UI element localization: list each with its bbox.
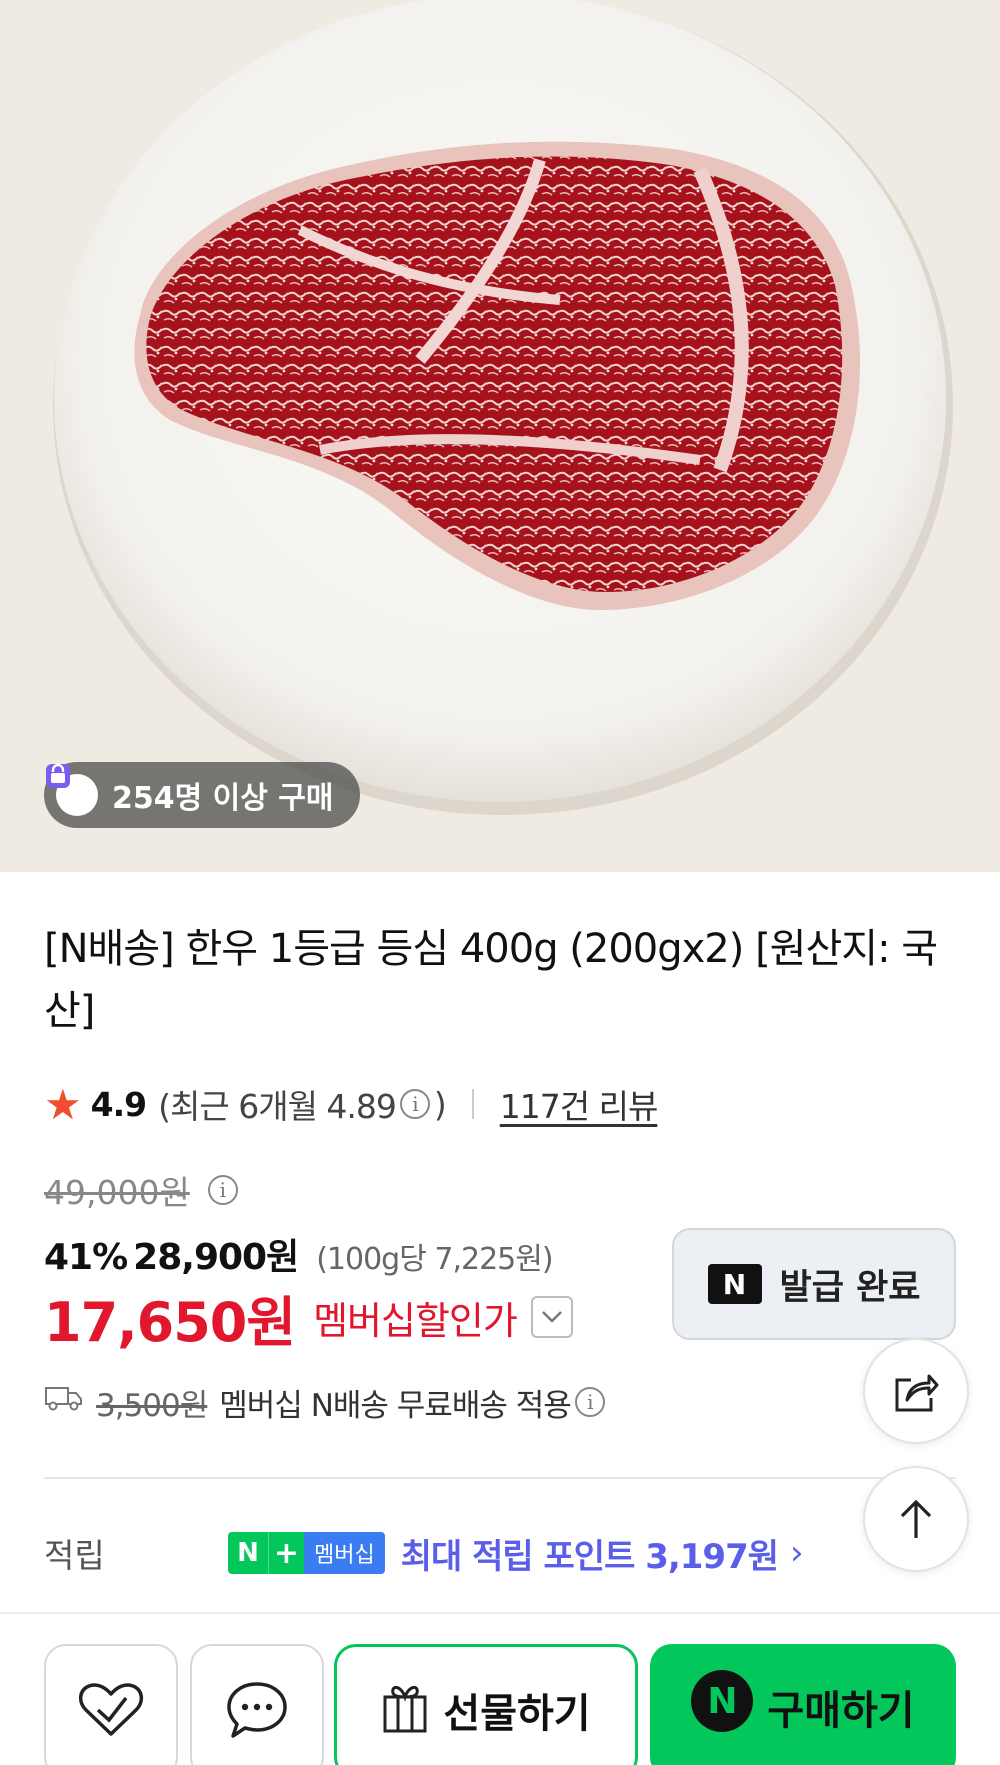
coupon-label: 발급 완료: [779, 1267, 921, 1308]
points-row[interactable]: 적립 N + 멤버십 최대 적립 포인트 3,197원 ›: [44, 1530, 944, 1577]
naver-n-logo: N: [707, 1264, 762, 1304]
original-shipping-fee: 3,500원: [96, 1387, 208, 1424]
coupon-issued-button[interactable]: N 발급 완료: [672, 1228, 956, 1340]
unit-price: (100g당 7,225원): [316, 1242, 553, 1277]
rating-score: 4.9: [90, 1084, 147, 1124]
recent-rating-text: (최근 6개월 4.89: [158, 1087, 397, 1126]
share-button[interactable]: [863, 1338, 969, 1444]
chevron-down-icon[interactable]: [530, 1296, 573, 1338]
steak-photo: [0, 0, 1000, 872]
shipping-text: 멤버십 N배송 무료배송 적용: [219, 1387, 571, 1424]
gift-icon: [383, 1686, 427, 1733]
rating-row: ★ 4.9 (최근 6개월 4.89 i ) 117건 리뷰: [44, 1079, 659, 1129]
points-label: 적립: [44, 1536, 105, 1575]
buy-button[interactable]: N 구매하기: [650, 1644, 956, 1765]
heart-check-icon: [79, 1683, 143, 1736]
max-points-text: 최대 적립 포인트 3,197원: [400, 1536, 779, 1577]
naver-n-logo: N: [691, 1670, 754, 1732]
original-price: 49,000원: [44, 1173, 190, 1212]
scroll-top-button[interactable]: [863, 1466, 969, 1572]
divider: [471, 1089, 474, 1119]
talk-button[interactable]: [190, 1644, 324, 1765]
review-count-link[interactable]: 117건 리뷰: [500, 1080, 659, 1128]
discount-percent: 41%: [44, 1237, 128, 1278]
shipping-row: 3,500원 멤버십 N배송 무료배송 적용 i: [44, 1380, 609, 1424]
section-divider: [44, 1477, 956, 1479]
star-icon: ★: [44, 1079, 82, 1129]
truck-icon: [44, 1384, 84, 1420]
member-price: 17,650원: [44, 1290, 296, 1354]
shopping-bag-icon: [46, 763, 98, 816]
badge-n: N: [228, 1532, 268, 1574]
bottom-action-bar: 선물하기 N 구매하기: [0, 1612, 1000, 1765]
chevron-right-icon: ›: [790, 1533, 804, 1573]
recent-rating-close: ): [433, 1084, 447, 1124]
product-image[interactable]: 254명 이상 구매: [0, 0, 1000, 872]
info-icon[interactable]: i: [207, 1175, 238, 1205]
original-price-row: 49,000원 i: [44, 1168, 242, 1212]
sale-price-row: 41% 28,900원 (100g당 7,225원): [44, 1228, 554, 1278]
arrow-up-icon: [900, 1499, 932, 1538]
product-title: [N배송] 한우 1등급 등심 400g (200gx2) [원산지: 국산]: [44, 926, 938, 1034]
info-icon[interactable]: i: [399, 1089, 430, 1119]
gift-label: 선물하기: [443, 1691, 591, 1737]
member-price-row: 17,650원 멤버십할인가: [44, 1286, 573, 1354]
membership-badge: N + 멤버십: [228, 1532, 385, 1574]
info-icon[interactable]: i: [574, 1387, 605, 1417]
member-price-label: 멤버십할인가: [313, 1298, 518, 1343]
buy-label: 구매하기: [767, 1688, 915, 1734]
gift-button[interactable]: 선물하기: [334, 1644, 638, 1765]
buyer-count-text: 254명 이상 구매: [112, 781, 334, 816]
share-icon: [895, 1374, 939, 1412]
badge-plus: +: [268, 1532, 304, 1574]
chat-bubble-icon: [227, 1682, 287, 1738]
sale-price: 28,900원: [133, 1237, 299, 1278]
wishlist-button[interactable]: [44, 1644, 178, 1765]
buyer-count-badge: 254명 이상 구매: [44, 762, 360, 828]
badge-text: 멤버십: [304, 1532, 385, 1574]
